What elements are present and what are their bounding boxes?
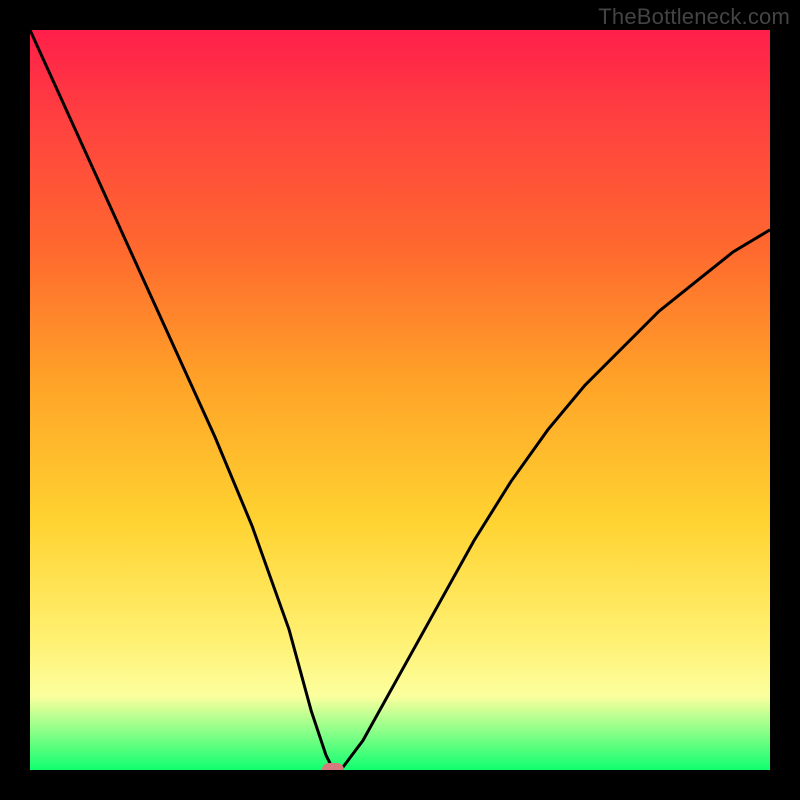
bottleneck-curve [30, 30, 770, 770]
optimum-marker [322, 763, 344, 770]
chart-frame: TheBottleneck.com [0, 0, 800, 800]
plot-area [30, 30, 770, 770]
watermark: TheBottleneck.com [598, 4, 790, 30]
curve-path [30, 30, 770, 770]
